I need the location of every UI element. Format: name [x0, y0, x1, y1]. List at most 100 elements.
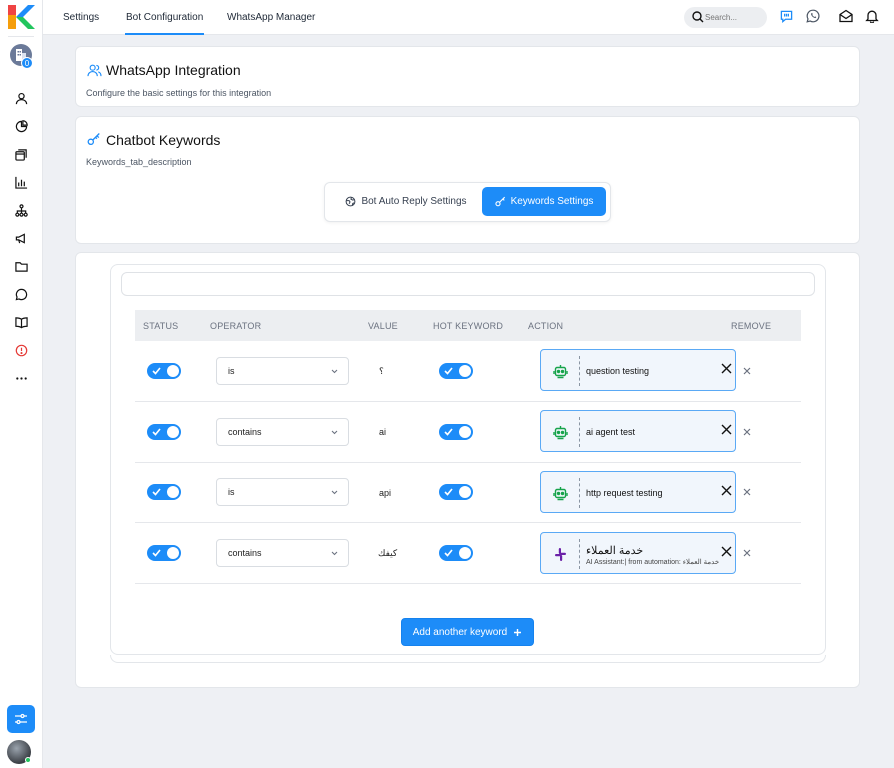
keywords-title: Chatbot Keywords	[106, 132, 221, 148]
action-chip[interactable]: ai agent test	[540, 410, 736, 452]
slack-icon	[555, 548, 566, 561]
check-icon	[444, 428, 453, 436]
table-header: STATUS OPERATOR VALUE HOT KEYWORD ACTION…	[135, 310, 801, 341]
megaphone-icon[interactable]	[13, 230, 29, 246]
keyword-value: كيفك	[378, 548, 398, 558]
status-toggle[interactable]	[147, 363, 181, 379]
operator-value: contains	[228, 427, 262, 437]
folder-icon[interactable]	[13, 258, 29, 274]
keywords-settings-label: Keywords Settings	[510, 196, 594, 207]
keyword-value: ؟	[379, 366, 384, 376]
operator-select[interactable]: is	[216, 357, 349, 385]
app-logo[interactable]	[8, 5, 35, 29]
add-keyword-button[interactable]: Add another keyword	[401, 618, 534, 646]
operator-value: is	[228, 366, 235, 376]
check-icon	[444, 549, 453, 557]
hot-keyword-toggle[interactable]	[439, 363, 473, 379]
search-input[interactable]	[705, 10, 763, 25]
action-label: خدمة العملاء	[586, 545, 644, 557]
action-sublabel: AI Assistant:| from automation: خدمة الع…	[586, 559, 720, 566]
inbox-icon[interactable]	[838, 8, 854, 24]
operator-value: contains	[228, 548, 262, 558]
plus-icon	[514, 628, 522, 636]
online-status-dot	[25, 757, 31, 763]
header-value: VALUE	[368, 321, 398, 331]
card-bottom-edge	[110, 655, 826, 663]
status-toggle[interactable]	[147, 545, 181, 561]
keyword-value: ai	[379, 427, 387, 437]
users-icon	[87, 64, 102, 77]
action-label: question testing	[586, 366, 650, 376]
tab-bot-configuration[interactable]: Bot Configuration	[124, 0, 205, 35]
keywords-card: Chatbot Keywords Keywords_tab_descriptio…	[75, 116, 860, 244]
integration-card: WhatsApp Integration Configure the basic…	[75, 46, 860, 107]
whatsapp-icon[interactable]	[805, 8, 821, 24]
tab-whatsapp-manager[interactable]: WhatsApp Manager	[227, 0, 315, 35]
check-icon	[152, 367, 161, 375]
add-keyword-label: Add another keyword	[412, 626, 508, 638]
bot-auto-reply-label: Bot Auto Reply Settings	[361, 196, 467, 207]
user-icon[interactable]	[13, 90, 29, 106]
hierarchy-icon[interactable]	[13, 202, 29, 218]
clear-action-icon[interactable]	[721, 424, 732, 435]
status-toggle[interactable]	[147, 484, 181, 500]
action-chip[interactable]: خدمة العملاء AI Assistant:| from automat…	[540, 532, 736, 574]
header-action: ACTION	[528, 321, 564, 331]
clear-action-icon[interactable]	[721, 546, 732, 557]
bot-icon	[553, 426, 568, 440]
chevron-down-icon	[331, 369, 338, 374]
action-label: ai agent test	[586, 427, 636, 437]
search-box[interactable]	[684, 7, 767, 28]
bot-auto-reply-tab[interactable]: Bot Auto Reply Settings	[333, 187, 479, 216]
org-badge: 0	[21, 57, 33, 69]
keywords-settings-tab[interactable]: Keywords Settings	[482, 187, 606, 216]
remove-row-icon[interactable]	[742, 366, 752, 376]
integration-description: Configure the basic settings for this in…	[86, 88, 272, 98]
alert-icon[interactable]	[13, 342, 29, 358]
header-remove: REMOVE	[731, 321, 772, 331]
remove-row-icon[interactable]	[742, 427, 752, 437]
check-icon	[152, 549, 161, 557]
check-icon	[444, 367, 453, 375]
more-icon[interactable]	[13, 370, 29, 386]
header-status: STATUS	[143, 321, 179, 331]
remove-row-icon[interactable]	[742, 487, 752, 497]
bell-icon[interactable]	[864, 8, 880, 24]
chevron-down-icon	[331, 551, 338, 556]
integration-title: WhatsApp Integration	[106, 62, 241, 78]
bot-icon	[553, 487, 568, 501]
sidebar: 0	[0, 0, 43, 768]
bar-chart-icon[interactable]	[13, 174, 29, 190]
top-bar: Settings Bot Configuration WhatsApp Mana…	[43, 0, 894, 35]
check-icon	[152, 428, 161, 436]
pie-chart-icon[interactable]	[13, 118, 29, 134]
feedback-icon[interactable]	[778, 8, 794, 24]
operator-select[interactable]: contains	[216, 418, 349, 446]
book-icon[interactable]	[13, 314, 29, 330]
chevron-down-icon	[331, 430, 338, 435]
clear-action-icon[interactable]	[721, 485, 732, 496]
chat-icon[interactable]	[13, 286, 29, 302]
settings-tab-switcher: Bot Auto Reply Settings Keywords Setting…	[324, 182, 611, 222]
header-operator: OPERATOR	[210, 321, 262, 331]
hot-keyword-toggle[interactable]	[439, 545, 473, 561]
action-chip[interactable]: http request testing	[540, 471, 736, 513]
operator-value: is	[228, 487, 235, 497]
preferences-button[interactable]	[7, 705, 35, 733]
tab-settings[interactable]: Settings	[63, 0, 99, 35]
key-icon	[87, 133, 100, 146]
chevron-down-icon	[331, 490, 338, 495]
remove-row-icon[interactable]	[742, 548, 752, 558]
status-toggle[interactable]	[147, 424, 181, 440]
table-filter-bar[interactable]	[121, 272, 815, 296]
hot-keyword-toggle[interactable]	[439, 484, 473, 500]
hot-keyword-toggle[interactable]	[439, 424, 473, 440]
action-chip[interactable]: question testing	[540, 349, 736, 391]
operator-select[interactable]: is	[216, 478, 349, 506]
keyword-value: api	[379, 488, 392, 498]
key-icon	[494, 196, 505, 207]
sliders-icon	[15, 713, 27, 725]
clear-action-icon[interactable]	[721, 363, 732, 374]
operator-select[interactable]: contains	[216, 539, 349, 567]
layers-icon[interactable]	[13, 146, 29, 162]
